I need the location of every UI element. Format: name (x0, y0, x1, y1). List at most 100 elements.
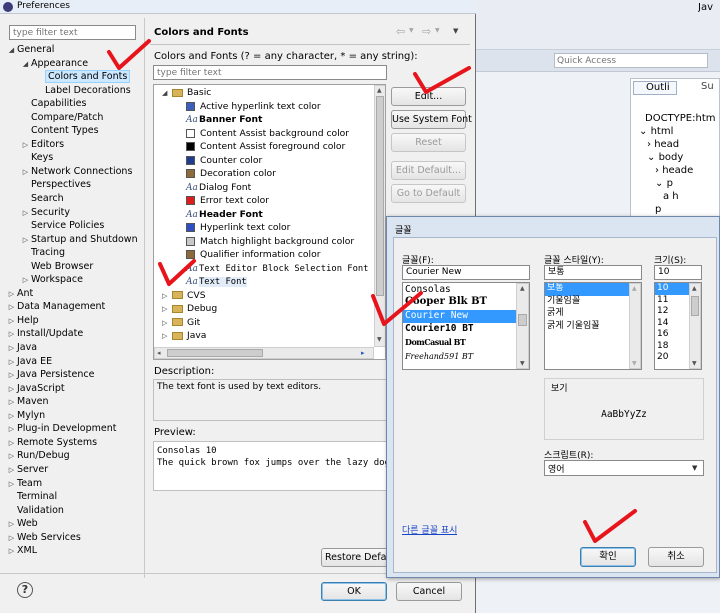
expand-closed-icon[interactable]: ▷ (6, 328, 17, 342)
tree-item[interactable]: ▷ Security (6, 206, 141, 220)
tree-item[interactable]: Service Policies (6, 219, 141, 233)
horizontal-scrollbar[interactable]: ◂ ▸ (154, 347, 374, 359)
tree-item[interactable]: Web Browser (6, 260, 141, 274)
cancel-button[interactable]: Cancel (396, 582, 462, 601)
expand-closed-icon[interactable]: ▷ (6, 396, 17, 410)
font-list-item[interactable]: Freehand591 BT (403, 351, 529, 365)
expand-closed-icon[interactable]: ▷ (6, 437, 17, 451)
expand-closed-icon[interactable]: ▷ (6, 301, 17, 315)
style-list-item[interactable]: 보통 (545, 283, 629, 296)
h-scroll-thumb[interactable] (167, 349, 263, 357)
color-font-item[interactable]: AaHeader Font (156, 208, 376, 222)
expand-open-icon[interactable]: ◢ (162, 87, 172, 101)
tree-item[interactable]: Label Decorations (6, 84, 141, 98)
tree-item[interactable]: ▷ JavaScript (6, 382, 141, 396)
tree-item[interactable]: Perspectives (6, 178, 141, 192)
forward-menu-icon[interactable]: ▼ (435, 27, 440, 34)
tree-item[interactable]: Colors and Fonts (6, 70, 141, 84)
expand-closed-icon[interactable]: ▷ (6, 356, 17, 370)
go-to-default-button[interactable]: Go to Default (391, 184, 466, 203)
scroll-up-icon[interactable]: ▲ (520, 285, 525, 292)
tree-item[interactable]: ▷ Network Connections (6, 165, 141, 179)
expand-closed-icon[interactable]: ▷ (6, 342, 17, 356)
color-font-item[interactable]: ▷ Debug (156, 302, 376, 316)
more-fonts-link[interactable]: 다른 글꼴 표시 (402, 523, 457, 536)
tree-item[interactable]: Capabilities (6, 97, 141, 111)
outline-item[interactable]: ⌄ body (631, 152, 720, 165)
scroll-down-icon[interactable]: ▼ (377, 336, 382, 343)
expand-closed-icon[interactable]: ▷ (6, 423, 17, 437)
expand-closed-icon[interactable]: ▷ (6, 288, 17, 302)
color-font-item[interactable]: ▷ CVS (156, 289, 376, 303)
tree-item[interactable]: ▷ Install/Update (6, 327, 141, 341)
font-list-item[interactable]: Cooper Blk BT (403, 296, 529, 310)
font-list-item[interactable]: DomCasual BT (403, 337, 529, 351)
tree-item[interactable]: Tracing (6, 246, 141, 260)
expand-closed-icon[interactable]: ▷ (162, 330, 172, 344)
scroll-thumb[interactable] (518, 314, 527, 326)
color-font-item[interactable]: AaDialog Font (156, 181, 376, 195)
expand-closed-icon[interactable]: ▷ (6, 464, 17, 478)
color-font-item[interactable]: Content Assist foreground color (156, 140, 376, 154)
color-font-item[interactable]: AaBanner Font (156, 113, 376, 127)
color-font-item[interactable]: Error text color (156, 194, 376, 208)
tree-item[interactable]: ▷ XML (6, 544, 141, 558)
color-font-item[interactable]: Decoration color (156, 167, 376, 181)
color-font-item[interactable]: Counter color (156, 154, 376, 168)
outline-item[interactable]: › heade (631, 165, 720, 178)
tree-item[interactable]: Compare/Patch (6, 111, 141, 125)
style-list-item[interactable]: 굵게 (545, 308, 641, 321)
tree-item[interactable]: ▷ Remote Systems (6, 436, 141, 450)
color-font-item[interactable]: ▷ Git (156, 316, 376, 330)
tree-item[interactable]: ▷ Startup and Shutdown (6, 233, 141, 247)
script-select[interactable]: 영어 ▼ (544, 460, 704, 476)
expand-closed-icon[interactable]: ▷ (162, 317, 172, 331)
expand-closed-icon[interactable]: ▷ (20, 139, 31, 153)
tree-item[interactable]: ▷ Plug-in Development (6, 422, 141, 436)
tree-item[interactable]: Keys (6, 151, 141, 165)
outline-item[interactable]: › head (631, 139, 720, 152)
scroll-up-icon[interactable]: ▲ (692, 285, 697, 292)
expand-open-icon[interactable]: ◢ (6, 44, 17, 58)
color-font-item[interactable]: Qualifier information color (156, 248, 376, 262)
tree-item[interactable]: ◢ General (6, 43, 141, 57)
outline-item[interactable]: ⌄ html (631, 126, 720, 139)
style-list-scrollbar[interactable]: ▲ ▼ (629, 283, 641, 369)
edit-default-button[interactable]: Edit Default... (391, 161, 466, 180)
expand-closed-icon[interactable]: ▷ (20, 274, 31, 288)
font-list-item[interactable]: Consolas (403, 283, 529, 296)
tree-item[interactable]: ▷ Help (6, 314, 141, 328)
expand-closed-icon[interactable]: ▷ (162, 290, 172, 304)
expand-open-icon[interactable]: ◢ (20, 58, 31, 72)
tree-item[interactable]: ◢ Appearance (6, 57, 141, 71)
scroll-thumb[interactable] (376, 96, 384, 296)
back-menu-icon[interactable]: ▼ (409, 27, 414, 34)
tree-item[interactable]: Search (6, 192, 141, 206)
expand-closed-icon[interactable]: ▷ (162, 303, 172, 317)
scroll-down-icon[interactable]: ▼ (520, 360, 525, 367)
java-tab[interactable]: Jav (698, 2, 720, 16)
color-font-item[interactable]: Content Assist background color (156, 127, 376, 141)
tree-item[interactable]: ▷ Java Persistence (6, 368, 141, 382)
color-font-item[interactable]: ▷ Java (156, 329, 376, 343)
expand-closed-icon[interactable]: ▷ (6, 369, 17, 383)
scroll-thumb[interactable] (691, 296, 699, 316)
back-arrow-icon[interactable]: ⇦ (396, 25, 408, 38)
scroll-down-icon[interactable]: ▼ (632, 360, 637, 367)
outline-item[interactable]: a h (631, 191, 720, 204)
size-list-scrollbar[interactable]: ▲ ▼ (689, 283, 701, 369)
expand-closed-icon[interactable]: ▷ (6, 383, 17, 397)
scroll-down-icon[interactable]: ▼ (692, 360, 697, 367)
expand-closed-icon[interactable]: ▷ (6, 478, 17, 492)
font-list-item[interactable]: Courier10 BT (403, 323, 529, 337)
tree-item[interactable]: ▷ Data Management (6, 300, 141, 314)
outline-tab[interactable]: Outli (633, 81, 677, 95)
tree-item[interactable]: ▷ Run/Debug (6, 449, 141, 463)
forward-arrow-icon[interactable]: ⇨ (422, 25, 431, 38)
quick-access-input[interactable] (554, 53, 708, 68)
outline-item[interactable]: DOCTYPE:htm (631, 113, 720, 126)
color-font-item[interactable]: Match highlight background color (156, 235, 376, 249)
font-ok-button[interactable]: 확인 (580, 547, 636, 567)
size-list-item[interactable]: 10 (655, 283, 689, 295)
outline-item[interactable]: ⌄ p (631, 178, 720, 191)
